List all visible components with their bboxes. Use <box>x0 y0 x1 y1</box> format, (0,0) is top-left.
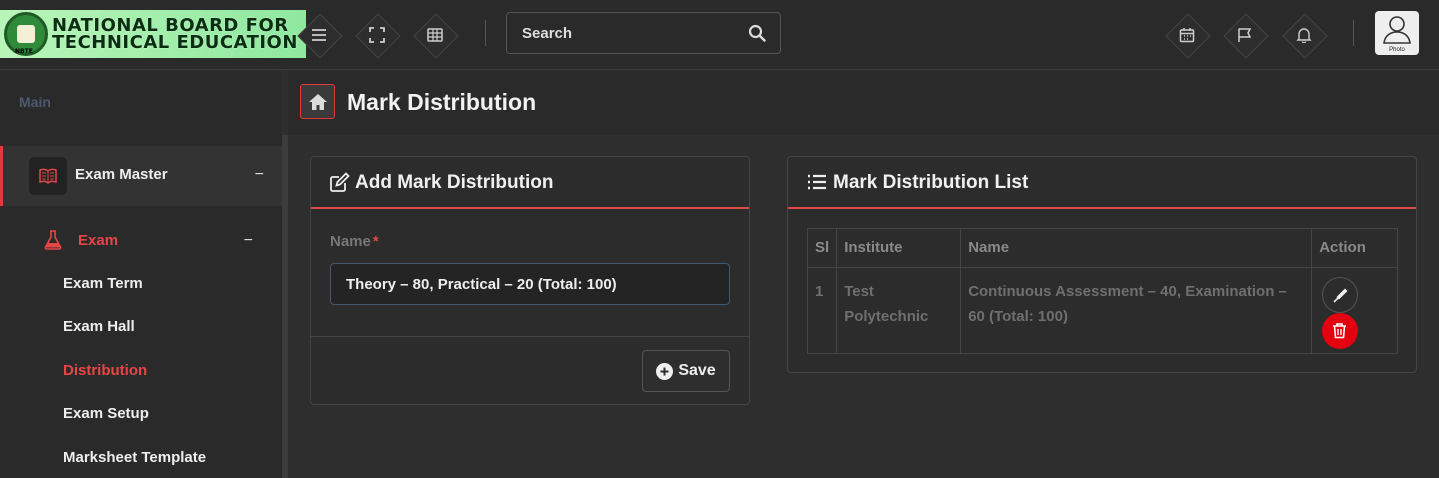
nbte-seal-icon: NBTE <box>4 12 48 56</box>
flask-icon <box>44 230 62 250</box>
cell-sl: 1 <box>806 267 838 354</box>
name-label-text: Name <box>330 233 371 250</box>
card-divider <box>311 336 749 337</box>
card-title: Mark Distribution List <box>833 172 1029 193</box>
distribution-table: Sl Institute Name Action 1 Test Polytech… <box>806 228 1398 354</box>
logo-text: NATIONAL BOARD FOR TECHNICAL EDUCATION <box>52 17 298 53</box>
fullscreen-button[interactable] <box>356 14 398 56</box>
cell-name: Continuous Assessment – 40, Examination … <box>960 267 1313 354</box>
user-icon <box>1383 16 1411 44</box>
column-header-sl: Sl <box>806 228 838 268</box>
flag-button[interactable] <box>1224 14 1266 56</box>
top-navbar: NBTE NATIONAL BOARD FOR TECHNICAL EDUCAT… <box>0 0 1439 70</box>
flag-icon <box>1238 28 1252 42</box>
sidebar-subgroup-label: Exam <box>78 232 119 249</box>
column-header-action: Action <box>1311 228 1398 268</box>
save-button[interactable]: Save <box>642 350 730 392</box>
collapse-icon[interactable]: − <box>255 166 264 184</box>
logo-seal-text: NBTE <box>15 48 33 55</box>
sidebar-group-label: Exam Master <box>75 166 168 183</box>
book-icon <box>29 157 67 195</box>
fullscreen-icon <box>369 27 385 43</box>
list-icon <box>808 174 826 190</box>
name-input[interactable] <box>330 263 730 305</box>
pen-icon <box>1333 288 1348 303</box>
page-title: Mark Distribution <box>347 89 537 115</box>
sidebar-item-exam-setup[interactable]: Exam Setup <box>63 405 149 422</box>
card-header: Add Mark Distribution <box>311 157 749 209</box>
toolbar-divider <box>485 20 486 46</box>
toolbar-divider <box>1353 20 1354 46</box>
sidebar-item-distribution[interactable]: Distribution <box>63 362 147 379</box>
notifications-button[interactable] <box>1283 14 1325 56</box>
sidebar-section-label: Main <box>19 94 51 110</box>
card-header: Mark Distribution List <box>788 157 1416 209</box>
nbte-logo[interactable]: NBTE NATIONAL BOARD FOR TECHNICAL EDUCAT… <box>0 10 306 58</box>
avatar-caption: Photo <box>1389 47 1405 53</box>
apps-grid-button[interactable] <box>414 14 456 56</box>
save-button-label: Save <box>678 362 716 379</box>
table-row: 1 Test Polytechnic Continuous Assessment… <box>806 267 1398 354</box>
column-header-name: Name <box>960 228 1313 268</box>
sidebar-subgroup-exam[interactable]: Exam − <box>0 228 282 254</box>
home-button[interactable] <box>300 84 335 119</box>
cell-institute: Test Polytechnic <box>836 267 962 354</box>
search-box[interactable] <box>506 12 781 54</box>
search-icon[interactable] <box>748 24 766 42</box>
delete-row-button[interactable] <box>1322 313 1359 349</box>
menu-toggle-button[interactable] <box>298 14 340 56</box>
sidebar-group-exam-master[interactable]: Exam Master − <box>0 146 282 206</box>
calendar-icon <box>1179 28 1195 43</box>
sidebar-scrollbar[interactable] <box>282 135 288 478</box>
card-title: Add Mark Distribution <box>355 172 554 193</box>
required-mark: * <box>372 233 379 250</box>
hamburger-icon <box>312 29 326 41</box>
edit-icon <box>330 172 350 192</box>
edit-row-button[interactable] <box>1322 277 1359 313</box>
logo-line-2: TECHNICAL EDUCATION <box>52 32 298 53</box>
trash-icon <box>1333 323 1347 339</box>
name-field-label: Name * <box>330 233 379 250</box>
grid-icon <box>427 28 443 42</box>
collapse-icon[interactable]: − <box>244 232 253 250</box>
sidebar-item-exam-hall[interactable]: Exam Hall <box>63 318 135 335</box>
table-header-row: Sl Institute Name Action <box>806 228 1398 268</box>
user-avatar[interactable]: Photo <box>1375 11 1419 55</box>
distribution-list-card: Mark Distribution List Sl Institute Name… <box>787 156 1417 373</box>
search-input[interactable] <box>522 24 742 42</box>
home-icon <box>309 94 327 110</box>
plus-circle-icon <box>656 362 674 380</box>
calendar-button[interactable] <box>1166 14 1208 56</box>
add-distribution-card: Add Mark Distribution Name* Save <box>310 156 750 405</box>
sidebar-item-marksheet-template[interactable]: Marksheet Template <box>63 449 206 466</box>
column-header-institute: Institute <box>836 228 962 268</box>
cell-action <box>1311 267 1398 354</box>
bell-icon <box>1296 28 1312 43</box>
sidebar-item-exam-term[interactable]: Exam Term <box>63 275 143 292</box>
